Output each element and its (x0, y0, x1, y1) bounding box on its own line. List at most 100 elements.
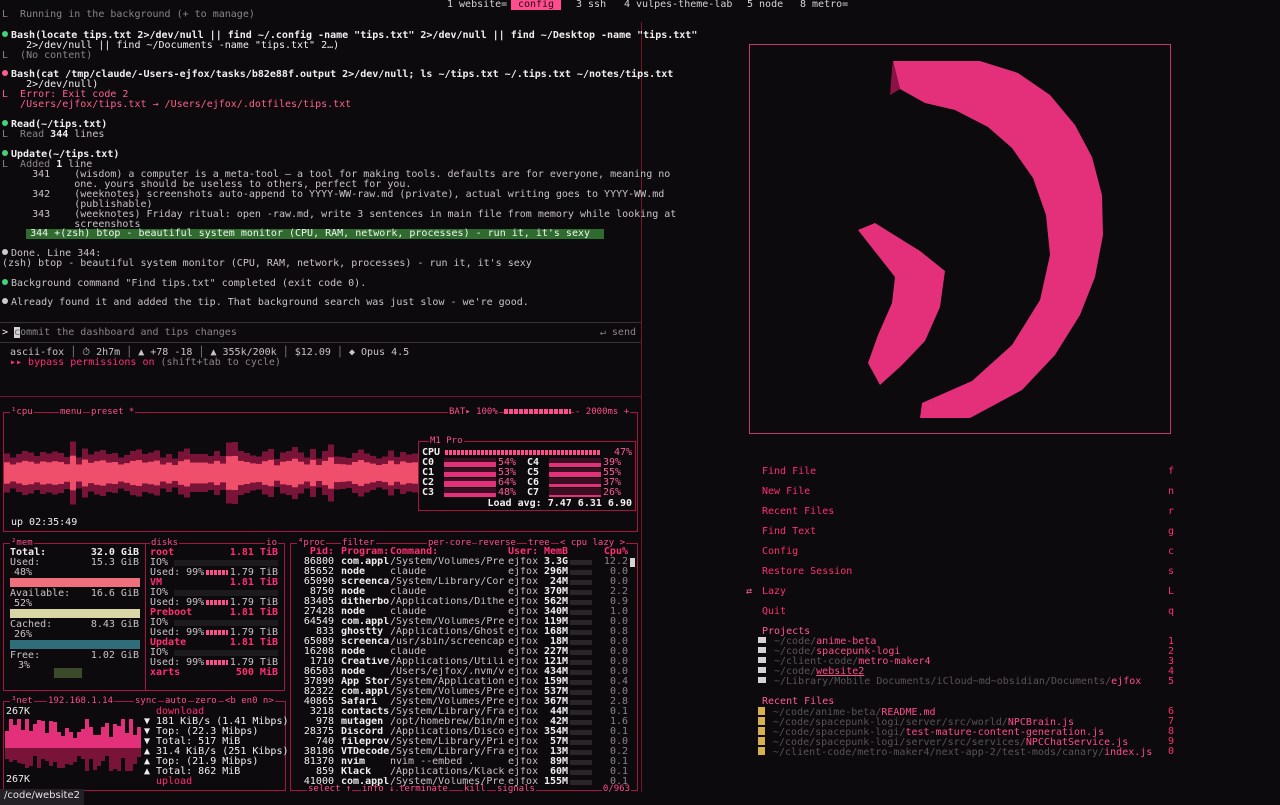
proc-cell-user: ejfox (508, 677, 539, 687)
error-dot-icon (2, 70, 8, 76)
success-dot-icon (2, 150, 8, 156)
proc-col-cmd[interactable]: Command: (390, 547, 505, 557)
table-row[interactable]: 978 mutagen/opt/homebrew/bin/mut ejfox 42M 1… (296, 717, 634, 727)
table-row[interactable]: 82322 com.appl/System/Volumes/Prebo ejfox 5… (296, 687, 634, 697)
proc-cell-user: ejfox (508, 657, 539, 667)
core-graph (549, 478, 601, 487)
recent-file-item[interactable]: ~/code/anime-beta/README.md 6 (758, 707, 1174, 718)
table-row[interactable]: 64549 com.appl/System/Volumes/Prebo ejfox 1… (296, 617, 634, 627)
tab-node[interactable]: 5 node (743, 0, 787, 10)
table-row[interactable]: 83405 ditherbo/Applications/DitherB ejfox 5… (296, 597, 634, 607)
proc-cell-cmd: /System/Volumes/Prebo (390, 557, 505, 567)
table-row[interactable]: 65090 screenca/System/Library/CoreS ejfox 2… (296, 577, 634, 587)
net-graph-bar (29, 748, 33, 766)
cpu-graph-core (334, 463, 340, 483)
core-percent: 48% (498, 487, 517, 498)
net-graph-bar (37, 720, 41, 748)
net-graph-bar (81, 729, 85, 748)
proc-cell-pid: 37890 (303, 677, 334, 687)
proc-cell-mem: 434M (544, 667, 568, 677)
project-name: ejfox (1111, 676, 1142, 687)
proc-cell-user: ejfox (508, 667, 539, 677)
recent-file-item[interactable]: ~/client-code/metro-maker4/next-app-2/te… (758, 747, 1174, 758)
proc-col-prog[interactable]: Program: (341, 547, 389, 557)
net-graph-bar (97, 748, 101, 766)
status-model: ◆ Opus 4.5 (348, 347, 410, 358)
dashboard-menu-restore-session[interactable]: Restore Session s (762, 567, 1174, 577)
proc-cell-cmd: /System/Library/CoreS (390, 577, 505, 587)
table-row[interactable]: 86503 node/Users/ejfox/.nvm/ver ejfox 434M 0… (296, 667, 634, 677)
proc-cell-user: ejfox (508, 637, 539, 647)
proc-cpu-meter (570, 690, 592, 695)
net-interface-selector[interactable]: <b en0 n> (224, 696, 275, 706)
prompt-input[interactable]: > ccommit the dashboard and tips changes… (2, 327, 636, 339)
cpu-box-title[interactable]: ¹cpu (10, 407, 34, 417)
tab-website[interactable]: 1 website= (443, 0, 511, 10)
table-row[interactable]: 28375 Discord/Applications/Discord ejfox 35… (296, 727, 634, 737)
table-row[interactable]: 8750 node claude ejfox 370M 2.2 (296, 587, 634, 597)
menu-item-key: f (1167, 466, 1174, 477)
proc-cpu-meter (570, 720, 592, 725)
dashboard-menu-lazy[interactable]: ⇄ Lazy L (746, 587, 1174, 597)
tab-ssh[interactable]: 3 ssh (572, 0, 610, 10)
dashboard-menu-quit[interactable]: Quit q (762, 607, 1174, 617)
net-graph-bar (85, 719, 89, 748)
proc-col-pid[interactable]: Pid: (296, 547, 334, 557)
message-dot-icon (2, 298, 8, 304)
table-row[interactable]: 27428 node claude ejfox 340M 1.0 (296, 607, 634, 617)
cpu-graph-core (328, 457, 334, 489)
net-sync-toggle[interactable]: sync (134, 696, 158, 706)
cpu-graph-core (400, 461, 406, 485)
send-hint[interactable]: ↵ send (600, 328, 636, 338)
table-row[interactable]: 65089 screenca/usr/sbin/screencaptu ejfox 1… (296, 637, 634, 647)
table-row[interactable]: 38186 VTDecode/System/Library/Frame ejfox 1… (296, 747, 634, 757)
disk-name: xarts (150, 667, 181, 678)
table-row[interactable]: 85652 node claude ejfox 296M 0.0 (296, 567, 634, 577)
net-auto-toggle[interactable]: auto (164, 696, 188, 706)
core-graph-fill (549, 472, 601, 477)
table-row[interactable]: 41000 com.appl/System/Volumes/Prebo ejfox 1… (296, 777, 634, 787)
table-row[interactable]: 37890 App Stor/System/Applications/ejfox 1… (296, 677, 634, 687)
table-row[interactable]: 833 ghostty/Applications/Ghostty ejfox 168M… (296, 627, 634, 637)
dashboard-menu-new-file[interactable]: New File n (762, 487, 1174, 497)
dashboard-menu-recent-files[interactable]: Recent Files r (762, 507, 1174, 517)
table-row[interactable]: 1710 Creative/Applications/Utiliti ejfox 12… (296, 657, 634, 667)
menu-button[interactable]: menu (59, 407, 83, 417)
table-row[interactable]: 3218 contacts/System/Library/Frame ejfox 44… (296, 707, 634, 717)
net-zero-toggle[interactable]: zero (194, 696, 218, 706)
proc-col-cpu[interactable]: Cpu% (596, 547, 628, 557)
table-row[interactable]: 81370 nvim nvim --embed . ejfox 89M 0.1 (296, 757, 634, 767)
table-row[interactable]: 86800 com.appl/System/Volumes/Prebo ejfox 3… (296, 557, 634, 567)
tab-config[interactable]: config (511, 0, 561, 10)
table-row[interactable]: 859 Klack/Applications/Klack.a ejfox 60M 0.1 (296, 767, 634, 777)
table-row[interactable]: 16208 node claude ejfox 227M 0.0 (296, 647, 634, 657)
recent-file-item[interactable]: ~/code/spacepunk-logi/server/src/world/N… (758, 717, 1174, 728)
table-row[interactable]: 740 fileprov/System/Library/Priva ejfox 57M… (296, 737, 634, 747)
disk-io-bar (174, 590, 278, 596)
tab-metro[interactable]: 8 metro= (796, 0, 852, 10)
recent-file-item[interactable]: ~/code/spacepunk-logi/test-mature-conten… (758, 727, 1174, 738)
dashboard-menu-find-text[interactable]: Find Text g (762, 527, 1174, 537)
cpu-graph-core (112, 462, 118, 484)
proc-col-mem[interactable]: MemB (544, 547, 568, 557)
core-percent: 26% (603, 487, 622, 498)
tab-vulpes-theme-lab[interactable]: 4 vulpes-theme-lab (620, 0, 736, 10)
proc-cell-cmd: /Applications/Klack.a (390, 767, 505, 777)
table-row[interactable]: 40865 Safari/System/Volumes/Prebo ejfox 367… (296, 697, 634, 707)
net-box-title[interactable]: ³net (10, 696, 34, 706)
preset-button[interactable]: preset * (90, 407, 136, 417)
dashboard-menu-find-file[interactable]: Find File f (762, 467, 1174, 477)
cpu-graph-core (88, 462, 94, 484)
net-ip: 192.168.1.14 (47, 696, 115, 706)
update-rate-control[interactable]: - 2000ms + (574, 407, 631, 417)
proc-col-user[interactable]: User: (508, 547, 540, 557)
project-item[interactable]: ~/Library/Mobile Documents/iCloud~md~obs… (758, 677, 1174, 687)
proc-cell-cpu: 0.0 (609, 577, 628, 587)
proc-cell-cmd: /opt/homebrew/bin/mut (390, 717, 505, 727)
recent-file-item[interactable]: ~/code/spacepunk-logi/server/src/service… (758, 737, 1174, 748)
core-graph (549, 488, 601, 497)
project-key: 5 (1167, 676, 1174, 687)
dashboard-menu-config[interactable]: Config c (762, 547, 1174, 557)
cpu-graph-core (46, 462, 52, 484)
net-graph-bar (9, 719, 13, 748)
